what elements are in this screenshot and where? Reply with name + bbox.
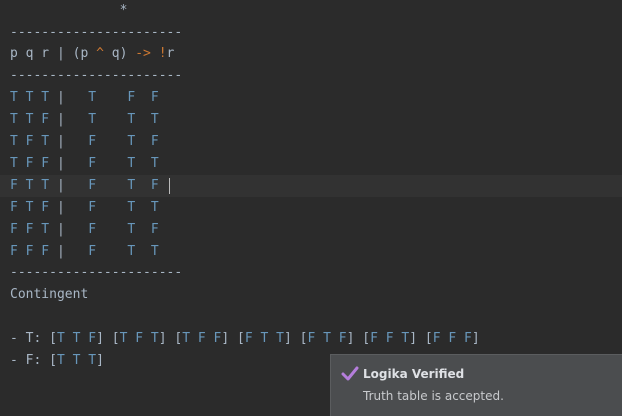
token: |	[56, 244, 65, 259]
editor-line[interactable]: T T T | T F F	[0, 87, 622, 109]
check-icon	[341, 366, 359, 381]
notification-toast[interactable]: Logika Verified Truth table is accepted.	[330, 354, 622, 416]
token: |	[56, 222, 65, 237]
editor-line-text: *	[10, 0, 128, 22]
token: T F T	[119, 331, 159, 346]
token: T F F	[10, 156, 57, 171]
token: F T F	[307, 331, 347, 346]
notification-message: Truth table is accepted.	[363, 389, 504, 403]
editor-line[interactable]: Contingent	[0, 284, 622, 306]
editor-line-text: F F T | F T F	[10, 219, 159, 241]
token: - T:	[10, 331, 50, 346]
editor-line[interactable]: - T: [T T F] [T F T] [T F F] [F T T] [F …	[0, 328, 622, 350]
token: F T T	[244, 331, 284, 346]
editor-line[interactable]: T F F | F T T	[0, 153, 622, 175]
token: ----------------------	[10, 68, 183, 83]
token: - F:	[10, 353, 50, 368]
token: !	[158, 46, 167, 61]
token: F T F	[64, 222, 159, 237]
notification-title: Logika Verified	[363, 367, 465, 381]
editor-line[interactable]: F T F | F T T	[0, 197, 622, 219]
editor-line-text: ----------------------	[10, 22, 182, 44]
token: ] [	[346, 331, 371, 346]
token: T T F	[56, 331, 97, 346]
editor-line-text: - F: [T T T]	[10, 350, 104, 372]
token: ]	[471, 331, 480, 346]
token: ->	[135, 46, 151, 61]
token: F F F	[10, 244, 57, 259]
token: |	[56, 200, 65, 215]
token: F T F	[64, 134, 159, 149]
token: |	[56, 90, 65, 105]
token: [	[49, 331, 57, 346]
editor-line[interactable]: F T T | F T F	[0, 175, 622, 197]
token: T F F	[64, 90, 159, 105]
editor-line-text: Contingent	[10, 284, 88, 306]
token: F T T	[64, 156, 159, 171]
token: ]	[96, 353, 104, 368]
token: ] [	[221, 331, 245, 346]
editor-line-text: T F F | F T T	[10, 153, 159, 175]
token: |	[56, 134, 65, 149]
editor-line-text: - T: [T T F] [T F T] [T F F] [F T T] [F …	[10, 328, 480, 350]
editor-line[interactable]: F F F | F T T	[0, 241, 622, 263]
editor-line-text: F T T | F T F	[10, 175, 159, 197]
editor-line[interactable]: *	[0, 0, 622, 22]
token: F T T	[64, 200, 159, 215]
token: q)	[103, 46, 136, 61]
editor-line[interactable]	[0, 306, 622, 328]
editor-line[interactable]: ----------------------	[0, 65, 622, 87]
token: T T F	[10, 112, 57, 127]
editor-line[interactable]: T T F | T T T	[0, 109, 622, 131]
token: ] [	[409, 331, 433, 346]
editor-line-text: T T F | T T T	[10, 109, 159, 131]
token: T F T	[10, 134, 57, 149]
editor-line[interactable]: ----------------------	[0, 262, 622, 284]
token: T F F	[182, 331, 222, 346]
token: ] [	[158, 331, 183, 346]
token: ] [	[96, 331, 120, 346]
token: F T T	[10, 178, 57, 193]
editor-line[interactable]: F F T | F T F	[0, 219, 622, 241]
text-caret	[169, 178, 170, 194]
editor-line-text: F F F | F T T	[10, 241, 159, 263]
token: T T T	[10, 90, 57, 105]
token: F F T	[370, 331, 410, 346]
editor-line[interactable]: ----------------------	[0, 22, 622, 44]
token: |	[56, 112, 65, 127]
token: *	[10, 3, 128, 18]
editor-line-text: p q r | (p ^ q) -> !r	[10, 43, 174, 65]
editor-line-text: T T T | T F F	[10, 87, 159, 109]
editor-line-text: F T F | F T T	[10, 197, 159, 219]
editor-line-text: ----------------------	[10, 262, 182, 284]
token: ] [	[283, 331, 308, 346]
token: r	[166, 46, 175, 61]
editor-line[interactable]: T F T | F T F	[0, 131, 622, 153]
token: F F T	[10, 222, 57, 237]
token: T T T	[56, 353, 97, 368]
token: F F F	[432, 331, 472, 346]
editor-line-text: ----------------------	[10, 65, 182, 87]
token: ----------------------	[10, 25, 183, 40]
token: [	[49, 353, 57, 368]
token: |	[56, 178, 65, 193]
editor-line-text: T F T | F T F	[10, 131, 159, 153]
token: F T F	[64, 178, 159, 193]
token: |	[56, 156, 65, 171]
token: ----------------------	[10, 265, 183, 280]
editor-line[interactable]: p q r | (p ^ q) -> !r	[0, 43, 622, 65]
token: T T T	[64, 112, 159, 127]
token: F T F	[10, 200, 57, 215]
token: F T T	[64, 244, 159, 259]
token: Contingent	[10, 287, 89, 302]
token: ^	[96, 46, 104, 61]
token: p q r | (p	[10, 46, 97, 61]
